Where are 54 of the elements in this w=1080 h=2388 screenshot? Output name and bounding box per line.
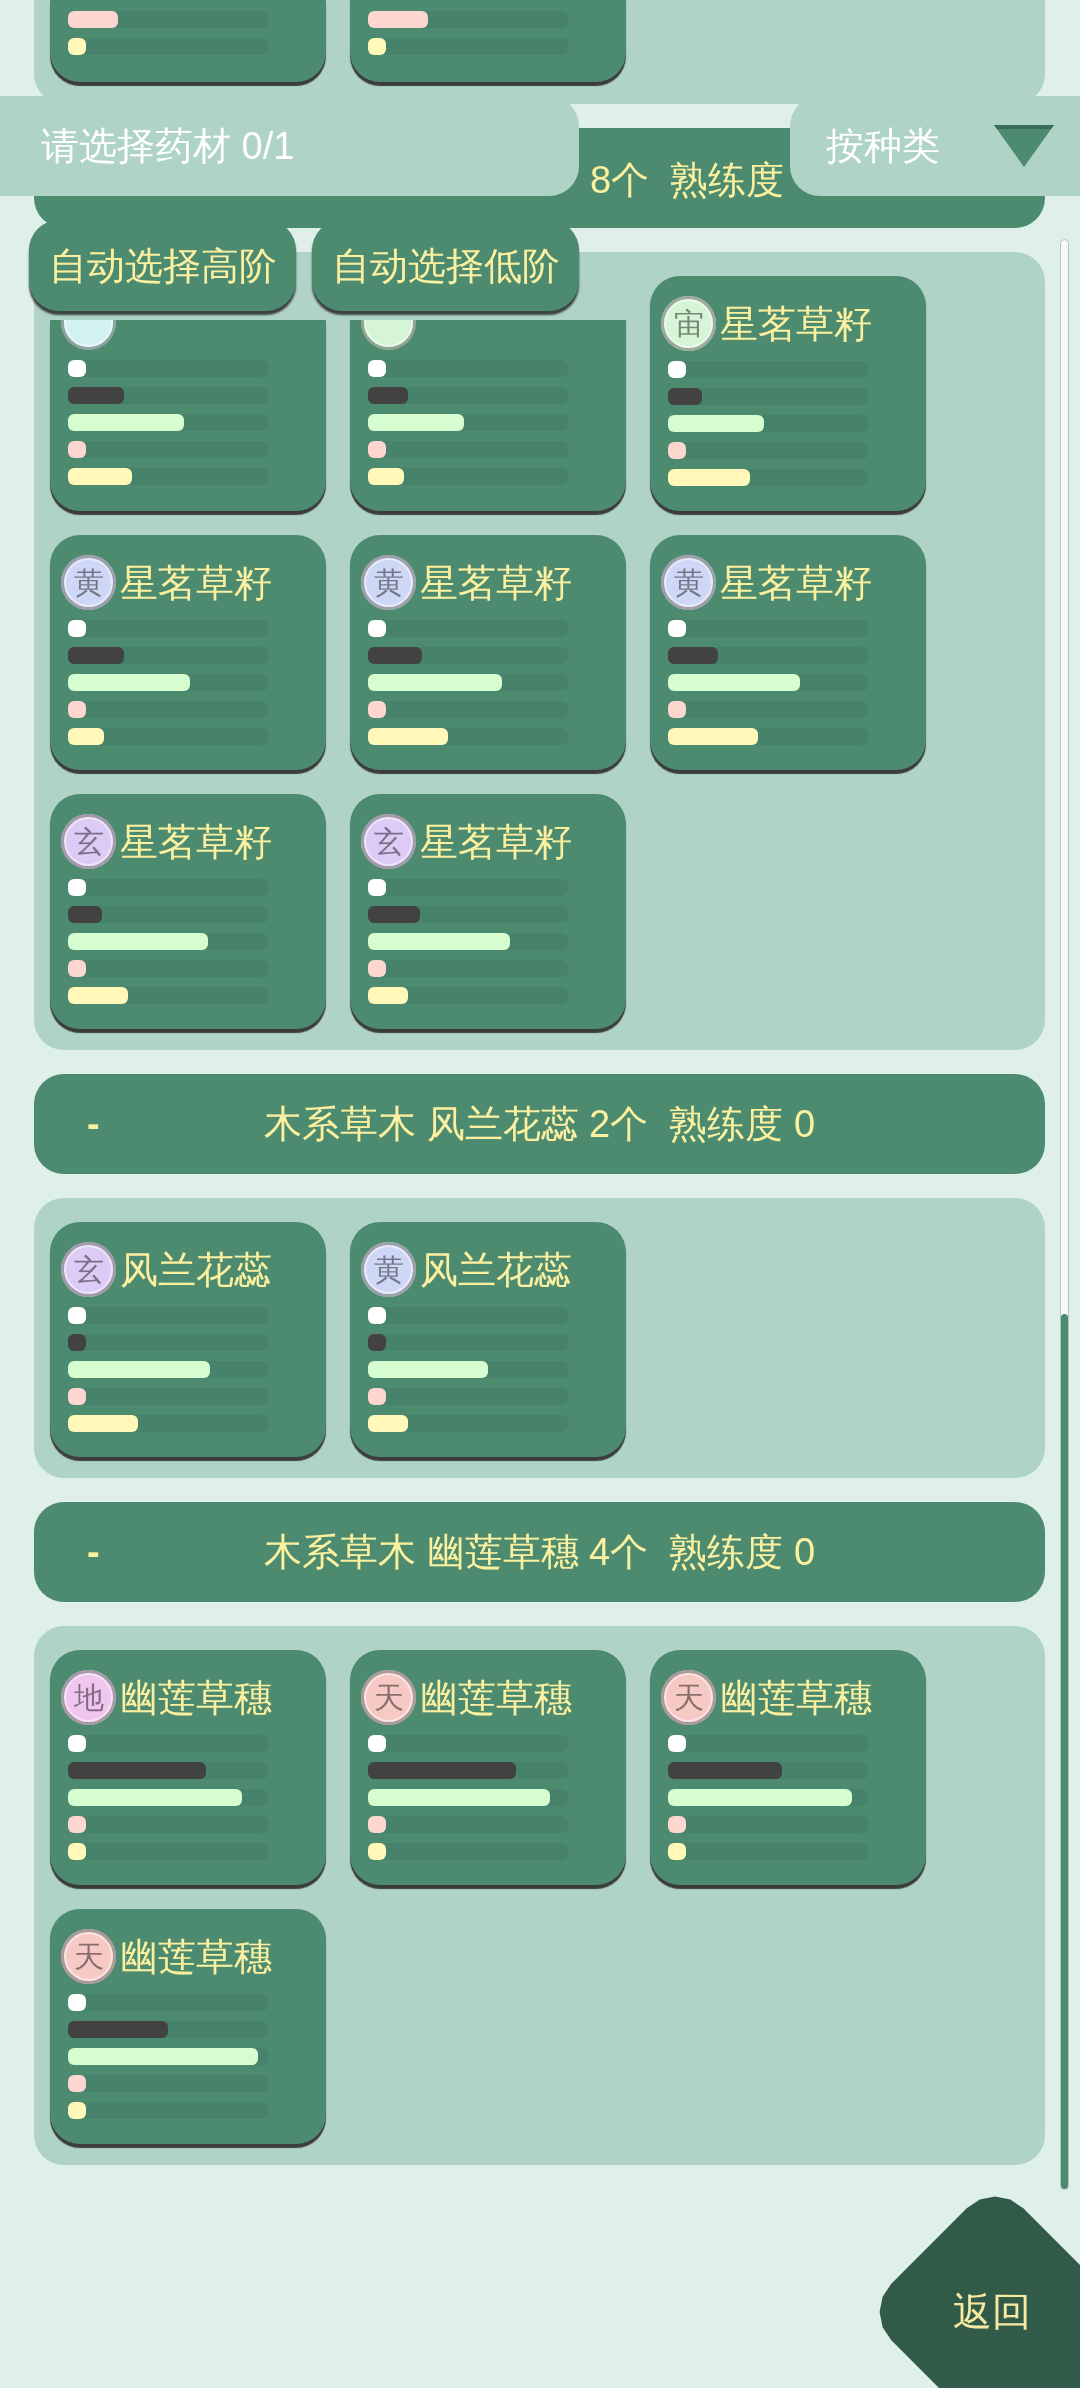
grade-badge: 地 [61,1670,116,1725]
herb-name: 星茗草籽 [120,563,272,602]
herb-card[interactable]: 天 幽莲草穗 [350,1650,626,1885]
herb-name: 幽莲草穗 [720,1678,872,1717]
herb-name: 幽莲草穗 [420,1678,572,1717]
herb-name: 星茗草籽 [720,563,872,602]
herb-name: 风兰花蕊 [120,1250,272,1289]
back-button[interactable]: 返回 [878,2194,1080,2388]
grade-badge: 玄 [361,814,416,869]
herb-card[interactable]: 玄 风兰花蕊 [50,1222,326,1457]
herb-name: 星茗草籽 [120,822,272,861]
herb-card[interactable]: 黄 星茗草籽 [650,535,926,770]
grade-badge: 玄 [61,814,116,869]
herb-name: 幽莲草穗 [120,1678,272,1717]
herb-name: 星茗草籽 [420,563,572,602]
caret-icon [994,125,1054,167]
herb-card[interactable]: 玄 星茗草籽 [350,794,626,1029]
herb-card[interactable]: 天 幽莲草穗 [50,1909,326,2144]
section-header[interactable]: - 木系草木 幽莲草穗 4个 熟练度 0 [34,1502,1045,1602]
scrollbar[interactable] [1060,239,1069,2190]
herb-name: 星茗草籽 [720,304,872,343]
collapse-toggle[interactable]: - [87,1533,100,1571]
selection-status: 请选择药材 0/1 [0,96,579,196]
section-title: 木系草木 风兰花蕊 2个 熟练度 0 [263,1105,816,1143]
section-title: 木系草木 幽莲草穗 4个 熟练度 0 [263,1533,816,1571]
herb-card[interactable]: 天 幽莲草穗 [650,1650,926,1885]
herb-name: 幽莲草穗 [120,1937,272,1976]
grade-badge: 黄 [361,555,416,610]
herb-card[interactable]: 黄 风兰花蕊 [350,1222,626,1457]
herb-card[interactable] [350,320,626,511]
scrollbar-thumb[interactable] [1061,1314,1068,2189]
herb-card[interactable]: 玄 星茗草籽 [50,794,326,1029]
grade-badge: 天 [661,1670,716,1725]
auto-select-button[interactable]: 自动选择高阶 [29,220,296,311]
grade-badge: 天 [361,1670,416,1725]
auto-select-button[interactable]: 自动选择低阶 [312,220,579,311]
grade-badge: 黄 [61,555,116,610]
grade-badge: 天 [61,1929,116,1984]
section-header[interactable]: - 木系草木 风兰花蕊 2个 熟练度 0 [34,1074,1045,1174]
collapse-toggle[interactable]: - [87,1105,100,1143]
herb-card[interactable] [50,320,326,511]
herb-card[interactable]: 地 幽莲草穗 [50,1650,326,1885]
grade-badge: 玄 [61,1242,116,1297]
grade-badge: 黄 [661,555,716,610]
herb-card[interactable]: 黄 星茗草籽 [350,535,626,770]
section-title: 8个 熟练度 [590,161,785,199]
grade-badge: 宙 [661,296,716,351]
herb-card[interactable]: 宙 星茗草籽 [650,276,926,511]
herb-card[interactable]: 黄 星茗草籽 [50,535,326,770]
herb-card[interactable] [50,0,326,82]
herb-name: 星茗草籽 [420,822,572,861]
grade-badge: 黄 [361,1242,416,1297]
herb-card[interactable] [350,0,626,82]
herb-name: 风兰花蕊 [420,1250,572,1289]
